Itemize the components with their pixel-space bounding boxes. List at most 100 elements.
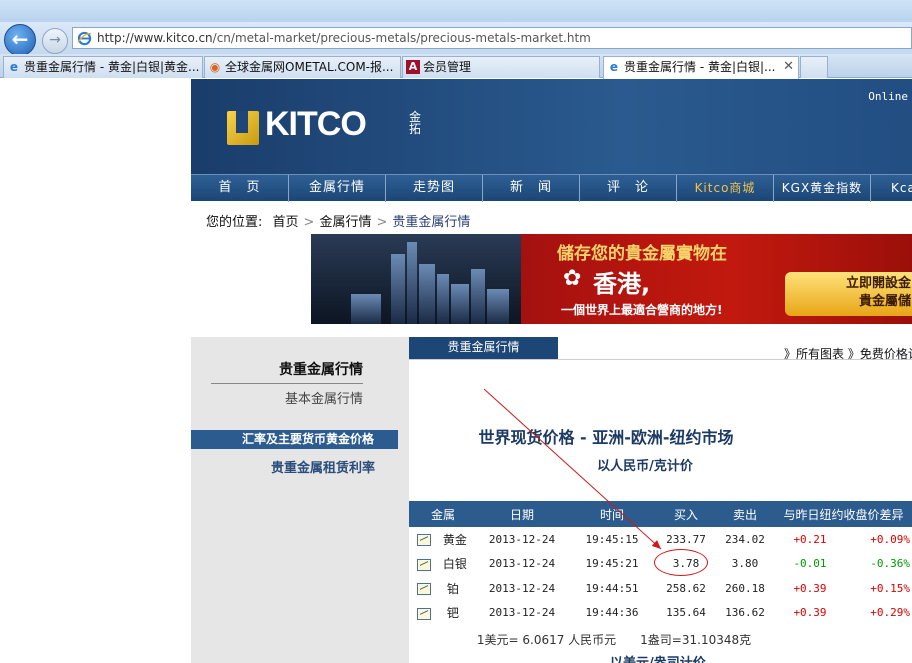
menu-commentary[interactable]: 评 论 (580, 175, 677, 202)
change-cell: +0.39 (793, 581, 827, 595)
annotation-circle (654, 549, 708, 576)
ask-cell: 260.18 (725, 581, 765, 595)
main-menu: 首 页 金属行情 走势图 新 闻 评 论 Kitco商城 KGX黄金指数 Kca… (191, 174, 912, 202)
sidebar-item-fx-gold[interactable]: 汇率及主要货币黄金价格 (191, 430, 398, 449)
ask-cell: 234.02 (725, 532, 765, 546)
sidebar-item-base-metals[interactable]: 基本金属行情 (211, 388, 363, 407)
metal-cell[interactable]: 钯 (409, 601, 477, 626)
chevron-right-icon: > (376, 215, 388, 230)
menu-charts[interactable]: 走势图 (386, 175, 483, 202)
ad-hongkong: 香港, (593, 270, 651, 298)
logo-cube-icon (227, 111, 259, 145)
ad-button-line2: 貴金屬儲 (858, 294, 911, 309)
change-cell: +0.21 (793, 532, 827, 546)
date-cell: 2013-12-24 (488, 532, 556, 546)
metal-name: 钯 (446, 606, 459, 621)
breadcrumb-metal-market[interactable]: 金属行情 (319, 215, 371, 230)
metal-cell[interactable]: 黄金 (409, 527, 477, 552)
a-icon: A (406, 60, 420, 74)
breadcrumb: 您的位置: 首页 > 金属行情 > 贵重金属行情 (206, 211, 470, 230)
metal-name: 白银 (442, 557, 467, 572)
navigation-bar: ← → http://www.kitco.cn/cn/metal-market/… (0, 22, 912, 56)
breadcrumb-home[interactable]: 首页 (273, 215, 299, 230)
metal-cell[interactable]: 白银 (409, 552, 477, 577)
site-header: KITCO 金拓 Online (191, 79, 912, 174)
globe-icon: ◉ (209, 60, 221, 74)
time-cell: 19:45:21 (585, 557, 639, 571)
forward-button[interactable]: → (42, 28, 68, 54)
url-domain: http://www.kitco.cn (97, 31, 213, 45)
tab-precious-metals[interactable]: 贵重金属行情 (409, 337, 558, 359)
bid-cell: 233.77 (666, 532, 706, 546)
menu-home[interactable]: 首 页 (191, 175, 289, 202)
usd-table-title: 以美元/盎司计价 (610, 652, 706, 663)
menu-metal-market[interactable]: 金属行情 (289, 175, 386, 202)
ad-open-account-button[interactable]: 立即開設金貴金屬儲 (785, 272, 912, 316)
ie-icon (77, 31, 92, 46)
menu-kitco-store[interactable]: Kitco商城 (677, 175, 774, 202)
online-label: Online (868, 90, 908, 103)
time-cell: 19:45:15 (585, 532, 639, 546)
header-change: 与昨日纽约收盘价差异 (775, 501, 912, 527)
page-content: KITCO 金拓 Online 首 页 金属行情 走势图 新 闻 评 论 Kit… (0, 79, 912, 663)
price-table-subtitle: 以人民币/克计价 (597, 459, 693, 474)
ie-icon: e (9, 60, 19, 74)
metal-name: 铂 (446, 581, 459, 596)
back-button[interactable]: ← (4, 24, 36, 56)
chart-icon[interactable] (417, 583, 431, 596)
change-cell: -0.01 (793, 557, 827, 571)
metal-name: 黄金 (442, 532, 467, 547)
header-ask: 卖出 (715, 501, 775, 527)
close-tab-icon[interactable]: ✕ (783, 57, 794, 77)
menu-news[interactable]: 新 闻 (483, 175, 580, 202)
logo-text: KITCO (265, 105, 367, 143)
browser-tab-3[interactable]: A 会员管理 (402, 56, 600, 78)
sidebar-item-lease-rates[interactable]: 贵重金属租赁利率 (211, 457, 375, 476)
date-cell: 2013-12-24 (488, 606, 556, 620)
header-time: 时间 (567, 501, 657, 527)
sidebar: 贵重金属行情 基本金属行情 汇率及主要货币黄金价格 贵重金属租赁利率 (191, 337, 409, 663)
browser-tab-4[interactable]: e 贵重金属行情 - 黄金|白银|... ✕ (603, 56, 799, 79)
ad-headline: 儲存您的貴金屬實物在 (557, 244, 727, 264)
date-cell: 2013-12-24 (488, 581, 556, 595)
menu-kcast[interactable]: Kcas (871, 175, 912, 202)
address-bar[interactable]: http://www.kitco.cn/cn/metal-market/prec… (72, 27, 912, 49)
ask-cell: 136.62 (725, 606, 765, 620)
percent-cell: +0.09% (870, 532, 910, 546)
address-url: http://www.kitco.cn/cn/metal-market/prec… (97, 31, 591, 45)
ad-banner[interactable]: 儲存您的貴金屬實物在 ✿ 香港, 一個世界上最適合營商的地方! 立即開設金 貴金屬… (311, 234, 912, 324)
browser-tab-1[interactable]: e 贵重金属行情 - 黄金|白银|黄金... (3, 56, 203, 78)
logo-cn-text: 金拓 (409, 110, 422, 136)
conversion-note: 1美元= 6.0617 人民币元 1盎司=31.10348克 (476, 633, 752, 647)
date-cell: 2013-12-24 (488, 557, 556, 571)
time-cell: 19:44:51 (585, 581, 639, 595)
metal-cell[interactable]: 铂 (409, 576, 477, 601)
breadcrumb-prefix: 您的位置: (206, 215, 263, 230)
percent-cell: -0.36% (870, 557, 910, 571)
browser-tab-2[interactable]: ◉ 全球金属网OMETAL.COM-报... (204, 56, 401, 78)
tab-bar: e 贵重金属行情 - 黄金|白银|黄金... ◉ 全球金属网OMETAL.COM… (0, 54, 912, 79)
header-date: 日期 (477, 501, 567, 527)
tab-label: 会员管理 (423, 60, 472, 74)
breadcrumb-current[interactable]: 贵重金属行情 (392, 215, 470, 230)
sidebar-item-precious-metals[interactable]: 贵重金属行情 (211, 359, 363, 384)
bid-cell: 258.62 (666, 581, 706, 595)
bid-cell: 135.64 (666, 606, 706, 620)
ad-tagline: 一個世界上最適合營商的地方! (561, 303, 723, 317)
ad-button-line1: 立即開設金 (845, 276, 911, 291)
tab-label: 贵重金属行情 - 黄金|白银|... (624, 60, 776, 74)
header-metal: 金属 (409, 501, 477, 527)
ask-cell: 3.80 (731, 557, 759, 571)
chart-icon[interactable] (417, 534, 431, 547)
percent-cell: +0.15% (870, 581, 910, 595)
menu-kgx-index[interactable]: KGX黄金指数 (774, 175, 871, 202)
new-tab-button[interactable] (800, 56, 828, 78)
chart-icon[interactable] (417, 607, 431, 620)
change-cell: +0.39 (793, 606, 827, 620)
table-row: 铂 2013-12-24 19:44:51 258.62 260.18 +0.3… (409, 576, 912, 601)
window-titlebar (0, 0, 912, 22)
percent-cell: +0.29% (870, 606, 910, 620)
table-row: 钯 2013-12-24 19:44:36 135.64 136.62 +0.3… (409, 601, 912, 626)
chart-icon[interactable] (417, 558, 431, 571)
chart-links[interactable]: 》所有图表 》免费价格计 (784, 345, 912, 362)
